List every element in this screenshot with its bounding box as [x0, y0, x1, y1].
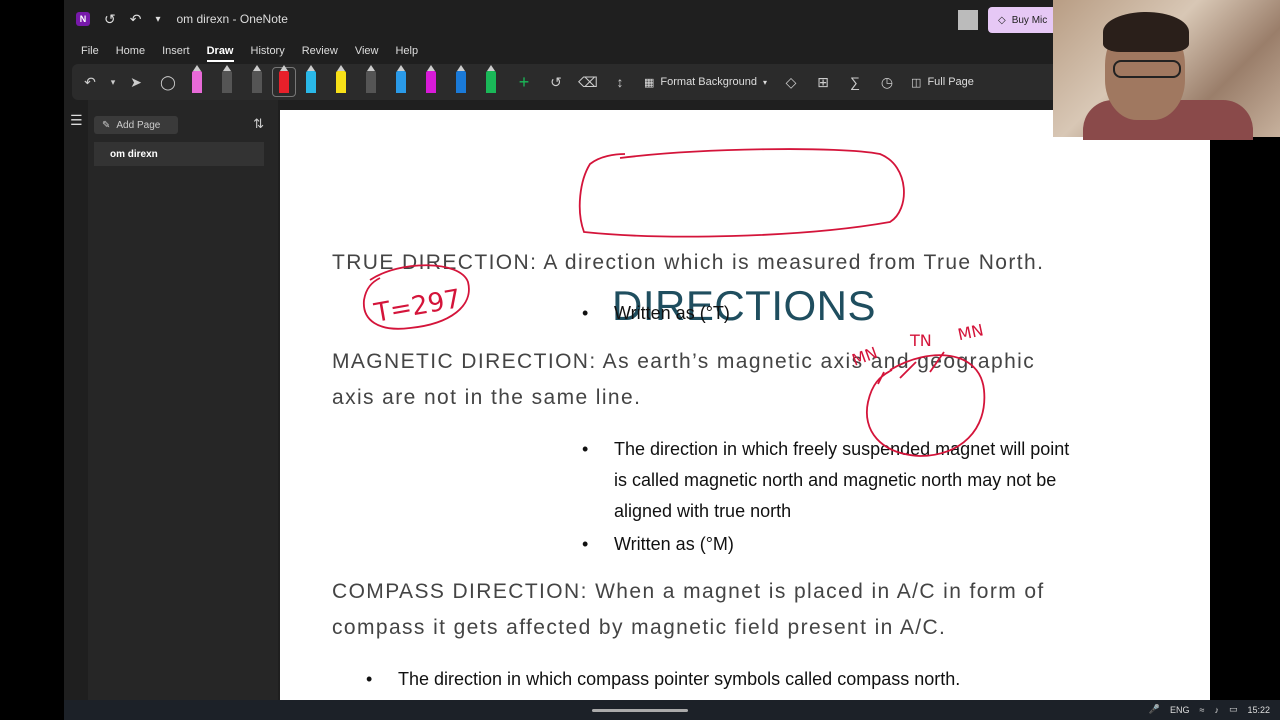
ribbon-tabs: File Home Insert Draw History Review Vie…: [64, 40, 418, 62]
format-background-label: Format Background: [660, 76, 758, 88]
battery-icon[interactable]: ▭: [1229, 704, 1238, 715]
page-list: ✎ Add Page ⇅ om direxn: [88, 100, 278, 700]
tab-home[interactable]: Home: [116, 40, 145, 62]
wifi-icon[interactable]: ≈: [1200, 705, 1205, 715]
undo-icon[interactable]: ↶: [130, 11, 142, 28]
window-title: om direxn - OneNote: [176, 12, 288, 26]
language-indicator[interactable]: ENG: [1170, 705, 1190, 715]
pen-red-selected[interactable]: [272, 65, 296, 97]
shapes-icon[interactable]: ◇: [777, 67, 805, 97]
tab-help[interactable]: Help: [395, 40, 418, 62]
format-background-button[interactable]: ▦ Format Background ▾: [644, 76, 767, 89]
ink-annotations: T=297 MN TN MN: [363, 148, 986, 457]
highlighter-yellow[interactable]: [336, 65, 346, 93]
ink-t-297: T=297: [371, 284, 463, 329]
ink-mn-left: MN: [849, 343, 880, 370]
ink-earth-circle: [866, 354, 986, 457]
replay-icon[interactable]: ◷: [873, 67, 901, 97]
tab-insert[interactable]: Insert: [162, 40, 190, 62]
undo-dropdown-icon[interactable]: ▾: [108, 67, 118, 97]
ink-heading-circle: [578, 148, 905, 238]
customize-dropdown-icon[interactable]: ▾: [155, 14, 160, 25]
tab-view[interactable]: View: [355, 40, 379, 62]
ink-mn-right: MN: [956, 320, 985, 344]
tab-draw[interactable]: Draw: [206, 40, 234, 62]
pen-black-2[interactable]: [252, 65, 262, 93]
volume-icon[interactable]: ♪: [1214, 705, 1219, 715]
webcam-person-glasses: [1113, 60, 1181, 78]
onenote-logo-icon: N: [76, 12, 90, 26]
sort-icon[interactable]: ⇅: [253, 116, 264, 132]
onenote-window: N ↺ ↶ ▾ om direxn - OneNote ◇ Buy Mic Fi…: [64, 0, 1210, 700]
ink-tn: TN: [909, 331, 932, 350]
note-canvas[interactable]: DIRECTIONS TRUE DIRECTION: A direction w…: [280, 110, 1210, 700]
system-tray: 🎤 ENG ≈ ♪ ▭ 15:22: [1149, 704, 1270, 715]
back-icon[interactable]: ↺: [104, 11, 116, 28]
ink-to-shape-icon[interactable]: ↺: [542, 67, 570, 97]
pen-black-3[interactable]: [366, 65, 376, 93]
full-page-button[interactable]: ◫ Full Page: [911, 76, 974, 89]
microphone-icon[interactable]: 🎤: [1149, 704, 1160, 715]
insert-space-icon[interactable]: ↕: [606, 67, 634, 97]
ink-to-text-icon[interactable]: ⊞: [809, 67, 837, 97]
tab-review[interactable]: Review: [302, 40, 338, 62]
full-page-label: Full Page: [927, 76, 974, 88]
chevron-down-icon: ▾: [763, 77, 768, 87]
pen-black-1[interactable]: [222, 65, 232, 93]
ink-to-math-icon[interactable]: ∑: [841, 67, 869, 97]
profile-avatar[interactable]: [958, 10, 978, 30]
background-icon: ▦: [644, 76, 655, 89]
buy-button-label: Buy Mic: [1011, 14, 1048, 26]
title-bar: N ↺ ↶ ▾ om direxn - OneNote ◇ Buy Mic: [64, 0, 1210, 38]
undo-icon[interactable]: ↶: [76, 67, 104, 97]
add-page-label: Add Page: [116, 119, 161, 131]
pen-cyan[interactable]: [306, 65, 316, 93]
pen-blue[interactable]: [396, 65, 406, 93]
eraser-icon[interactable]: ⌫: [574, 67, 602, 97]
diamond-icon: ◇: [998, 14, 1006, 26]
add-pen-icon[interactable]: +: [510, 67, 538, 97]
clock[interactable]: 15:22: [1247, 705, 1270, 715]
pen-blue-2[interactable]: [456, 65, 466, 93]
select-arrow-icon[interactable]: ➤: [122, 67, 150, 97]
pen-green[interactable]: [486, 65, 496, 93]
pen-pink[interactable]: [192, 65, 202, 93]
home-indicator: [592, 709, 688, 712]
tab-file[interactable]: File: [81, 40, 99, 62]
draw-toolbar: ↶ ▾ ➤ ◯ + ↺ ⌫ ↕ ▦ Format Background ▾ ◇ …: [72, 64, 1206, 100]
webcam-person-hair: [1103, 12, 1189, 52]
ink-axis-lines: [877, 351, 945, 385]
pen-magenta[interactable]: [426, 65, 436, 93]
page-item-om-direxn[interactable]: om direxn: [94, 142, 264, 166]
add-page-icon: ✎: [102, 119, 111, 131]
tab-history[interactable]: History: [251, 40, 285, 62]
lasso-icon[interactable]: ◯: [154, 67, 182, 97]
add-page-button[interactable]: ✎ Add Page: [94, 116, 178, 134]
taskbar: 🎤 ENG ≈ ♪ ▭ 15:22: [64, 700, 1280, 720]
full-page-icon: ◫: [911, 76, 922, 89]
webcam-overlay: [1053, 0, 1280, 140]
hamburger-icon[interactable]: ☰: [70, 112, 83, 129]
